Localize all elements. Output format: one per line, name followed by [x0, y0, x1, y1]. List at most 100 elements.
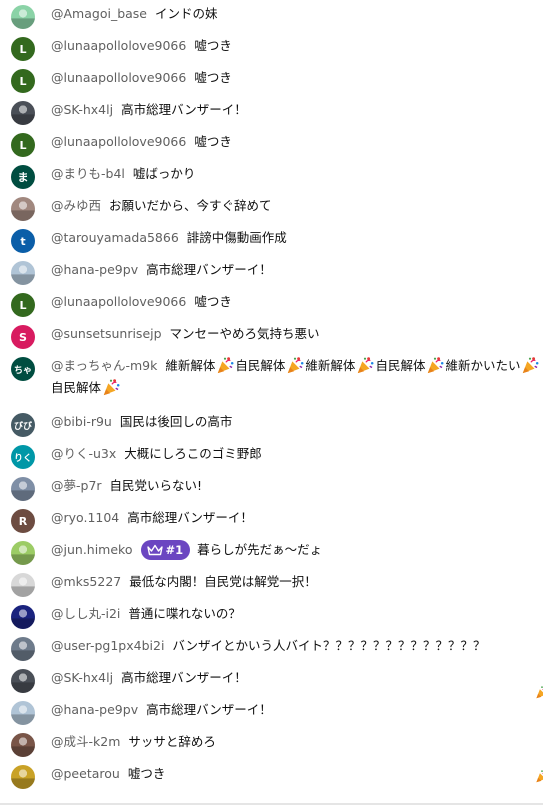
author-name[interactable]: @しし丸-i2i — [51, 606, 120, 621]
author-name[interactable]: @lunaapollolove9066 — [51, 134, 186, 149]
author-avatar[interactable]: R — [11, 509, 35, 533]
author-name[interactable]: @mks5227 — [51, 574, 121, 589]
author-avatar[interactable] — [11, 701, 35, 725]
avatar-image — [11, 541, 35, 565]
message-text: 高市総理バンザーイ！ — [146, 702, 272, 717]
avatar-image — [11, 573, 35, 597]
avatar-image — [11, 701, 35, 725]
author-name[interactable]: @夢-p7r — [51, 478, 102, 493]
message-line: @Amagoi_base インドの妹 — [51, 3, 539, 25]
author-name[interactable]: @まっちゃん-m9k — [51, 358, 157, 373]
message-line: @ryo.1104 高市総理バンザーイ！ — [51, 507, 539, 529]
author-avatar[interactable] — [11, 573, 35, 597]
author-avatar[interactable] — [11, 261, 35, 285]
message-text-segment: 維新解体 — [165, 358, 216, 373]
party-popper-icon — [355, 355, 375, 377]
author-name[interactable]: @tarouyamada5866 — [51, 230, 179, 245]
author-name[interactable]: @SK-hx4lj — [51, 102, 113, 117]
avatar-image — [11, 101, 35, 125]
live-chat-list: @Amagoi_base インドの妹 L @lunaapollolove9066 嘘つき… — [0, 0, 543, 805]
message-text: 自民党いらない! — [109, 478, 203, 493]
author-avatar[interactable]: ま — [11, 165, 35, 189]
chat-message: L @lunaapollolove9066 嘘つき — [0, 35, 543, 61]
message-line: @peetarou 嘘つき — [51, 763, 539, 785]
author-avatar[interactable] — [11, 733, 35, 757]
author-avatar[interactable] — [11, 669, 35, 693]
chat-message: ちゃ @まっちゃん-m9k 維新解体 自民解体 維新解体 自民解体 維新かいたい自民解体 — [0, 355, 543, 407]
message-text: インドの妹 — [155, 6, 218, 21]
avatar-image — [11, 197, 35, 221]
chat-message: L @lunaapollolove9066 嘘つき — [0, 131, 543, 157]
author-avatar[interactable] — [11, 101, 35, 125]
author-avatar[interactable]: L — [11, 69, 35, 93]
author-avatar[interactable]: L — [11, 37, 35, 61]
message-line: @りく-u3x 大概にしろこのゴミ野郎 — [51, 443, 539, 465]
avatar-image — [11, 733, 35, 757]
author-avatar[interactable] — [11, 765, 35, 789]
author-avatar[interactable]: ちゃ — [11, 357, 35, 381]
message-line: @成斗-k2m サッサと辞めろ — [51, 731, 539, 753]
avatar-letter: L — [19, 42, 27, 56]
message-line: @しし丸-i2i 普通に喋れないの？ — [51, 603, 539, 625]
author-avatar[interactable] — [11, 197, 35, 221]
message-line: @夢-p7r 自民党いらない! — [51, 475, 539, 497]
message-text-segment: 自民解体 — [51, 380, 102, 395]
party-popper-icon — [215, 355, 235, 377]
author-name[interactable]: @peetarou — [51, 766, 120, 781]
message-line: @jun.himeko #1 暮らしが先だぁ〜だょ — [51, 539, 539, 561]
author-name[interactable]: @hana-pe9pv — [51, 262, 138, 277]
author-name[interactable]: @SK-hx4lj — [51, 670, 113, 685]
author-avatar[interactable]: りく — [11, 445, 35, 469]
author-name[interactable]: @Amagoi_base — [51, 6, 147, 21]
crown-icon — [146, 544, 163, 555]
author-avatar[interactable] — [11, 605, 35, 629]
author-name[interactable]: @user-pg1px4bi2i — [51, 638, 164, 653]
avatar-image — [11, 261, 35, 285]
party-popper-icon — [285, 355, 305, 377]
author-avatar[interactable] — [11, 5, 35, 29]
message-text: 嘘つき — [194, 294, 232, 309]
message-line: @bibi-r9u 国民は後回しの高市 — [51, 411, 539, 433]
chat-message: R @ryo.1104 高市総理バンザーイ！ — [0, 507, 543, 533]
author-name[interactable]: @lunaapollolove9066 — [51, 70, 186, 85]
chat-message: t @tarouyamada5866 誹謗中傷動画作成 — [0, 227, 543, 253]
author-avatar[interactable]: L — [11, 293, 35, 317]
message-line: @SK-hx4lj 高市総理バンザーイ！ — [51, 667, 539, 689]
chat-message: @みゆ西 お願いだから、今すぐ辞めて — [0, 195, 543, 221]
author-name[interactable]: @みゆ西 — [51, 198, 101, 213]
chat-message: りく @りく-u3x 大概にしろこのゴミ野郎 — [0, 443, 543, 469]
author-avatar[interactable] — [11, 477, 35, 501]
message-line: @まりも-b4l 嘘ばっかり — [51, 163, 539, 185]
chat-message: @mks5227 最低な内閣！自民党は解党一択！ — [0, 571, 543, 597]
author-name[interactable]: @bibi-r9u — [51, 414, 112, 429]
message-line: @まっちゃん-m9k 維新解体 自民解体 維新解体 自民解体 維新かいたい自民解体 — [51, 355, 543, 399]
author-name[interactable]: @まりも-b4l — [51, 166, 125, 181]
message-text: お願いだから、今すぐ辞めて — [109, 198, 272, 213]
message-line: @user-pg1px4bi2i バンザイとかいう人バイト？？？？？？？？？？？？… — [51, 635, 539, 657]
message-text: バンザイとかいう人バイト？？？？？？？？？？？？？ — [172, 638, 486, 653]
party-popper-icon — [425, 355, 445, 377]
author-avatar[interactable]: L — [11, 133, 35, 157]
message-line: @tarouyamada5866 誹謗中傷動画作成 — [51, 227, 539, 249]
chat-message: @Amagoi_base インドの妹 — [0, 3, 543, 29]
avatar-image — [11, 637, 35, 661]
author-name[interactable]: @hana-pe9pv — [51, 702, 138, 717]
author-avatar[interactable]: t — [11, 229, 35, 253]
author-name[interactable]: @lunaapollolove9066 — [51, 38, 186, 53]
message-line: @lunaapollolove9066 嘘つき — [51, 67, 539, 89]
message-text-segment: 維新かいたい — [445, 358, 521, 373]
author-name[interactable]: @成斗-k2m — [51, 734, 120, 749]
author-avatar[interactable]: びび — [11, 413, 35, 437]
chat-message: S @sunsetsunrisejp マンセーやめろ気持ち悪い — [0, 323, 543, 349]
message-text: 嘘つき — [194, 134, 232, 149]
author-name[interactable]: @ryo.1104 — [51, 510, 119, 525]
author-avatar[interactable] — [11, 541, 35, 565]
avatar-letter: L — [19, 138, 27, 152]
author-avatar[interactable]: S — [11, 325, 35, 349]
author-name[interactable]: @jun.himeko — [51, 542, 133, 557]
author-name[interactable]: @lunaapollolove9066 — [51, 294, 186, 309]
author-avatar[interactable] — [11, 637, 35, 661]
author-name[interactable]: @sunsetsunrisejp — [51, 326, 162, 341]
author-name[interactable]: @りく-u3x — [51, 446, 116, 461]
message-text: 誹謗中傷動画作成 — [186, 230, 287, 245]
